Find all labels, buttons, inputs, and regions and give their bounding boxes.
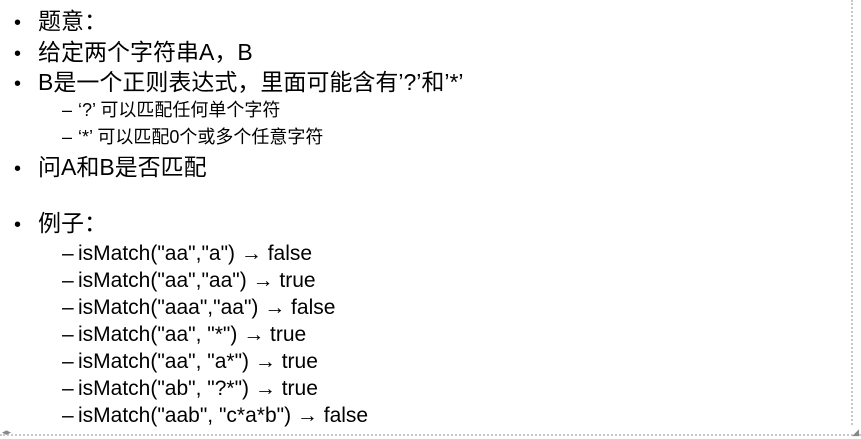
dash-icon: – bbox=[62, 323, 74, 346]
bullet-item-question: • 问A和B是否匹配 bbox=[14, 154, 207, 180]
example-text: isMatch("aa", "a*") → true bbox=[78, 350, 318, 373]
sub-item-star-rule: – ‘*’ 可以匹配0个或多个任意字符 bbox=[62, 128, 323, 146]
bullet-text: B是一个正则表达式，里面可能含有’?’和’*’ bbox=[38, 69, 464, 95]
dash-icon: – bbox=[62, 127, 73, 147]
sub-item-question-mark-rule: – ‘?’ 可以匹配任何单个字符 bbox=[62, 101, 280, 119]
example-line: – isMatch("ab", "?*") → true bbox=[62, 378, 318, 399]
bullet-icon: • bbox=[14, 12, 22, 34]
resize-corner-icon[interactable]: ◢ bbox=[852, 428, 859, 437]
bullet-text: 问A和B是否匹配 bbox=[38, 154, 207, 180]
dash-icon: – bbox=[62, 377, 74, 400]
slide-right-border bbox=[851, 0, 853, 425]
slide: • 题意： • 给定两个字符串A，B • B是一个正则表达式，里面可能含有’?’和’*… bbox=[0, 0, 861, 439]
bullet-text: 例子： bbox=[38, 210, 107, 236]
bullet-item-examples: • 例子： bbox=[14, 210, 107, 236]
dash-icon: – bbox=[62, 242, 74, 265]
example-text: isMatch("aa", "*") → true bbox=[78, 323, 307, 346]
example-text: isMatch("aaa","aa") → false bbox=[78, 296, 336, 319]
dash-icon: – bbox=[62, 100, 73, 120]
example-text: isMatch("aa","aa") → true bbox=[78, 269, 316, 292]
bullet-item-inputs: • 给定两个字符串A，B bbox=[14, 39, 253, 65]
dash-icon: – bbox=[62, 296, 74, 319]
bullet-icon: • bbox=[14, 73, 22, 95]
bullet-icon: • bbox=[14, 158, 22, 180]
example-text: isMatch("aa","a") → false bbox=[78, 242, 313, 265]
dash-icon: – bbox=[62, 404, 74, 427]
example-line: – isMatch("aa","aa") → true bbox=[62, 270, 316, 291]
bullet-icon: • bbox=[14, 214, 22, 236]
example-line: – isMatch("aa", "*") → true bbox=[62, 324, 306, 345]
dash-icon: – bbox=[62, 269, 74, 292]
bullet-item-regex: • B是一个正则表达式，里面可能含有’?’和’*’ bbox=[14, 69, 464, 95]
example-line: – isMatch("aaa","aa") → false bbox=[62, 297, 335, 318]
arrow-left-right-icon[interactable]: ◂▸ bbox=[2, 428, 11, 437]
bullet-icon: • bbox=[14, 43, 22, 65]
example-text: isMatch("ab", "?*") → true bbox=[78, 377, 318, 400]
slide-bottom-border bbox=[0, 434, 861, 436]
dash-icon: – bbox=[62, 350, 74, 373]
bullet-text: 给定两个字符串A，B bbox=[38, 39, 253, 65]
example-line: – isMatch("aab", "c*a*b") → false bbox=[62, 405, 368, 426]
example-line: – isMatch("aa","a") → false bbox=[62, 243, 312, 264]
bullet-item-title: • 题意： bbox=[14, 8, 107, 34]
sub-item-text: ‘?’ 可以匹配任何单个字符 bbox=[78, 100, 281, 120]
example-text: isMatch("aab", "c*a*b") → false bbox=[78, 404, 369, 427]
example-line: – isMatch("aa", "a*") → true bbox=[62, 351, 318, 372]
bullet-text: 题意： bbox=[38, 8, 107, 34]
sub-item-text: ‘*’ 可以匹配0个或多个任意字符 bbox=[78, 127, 324, 147]
